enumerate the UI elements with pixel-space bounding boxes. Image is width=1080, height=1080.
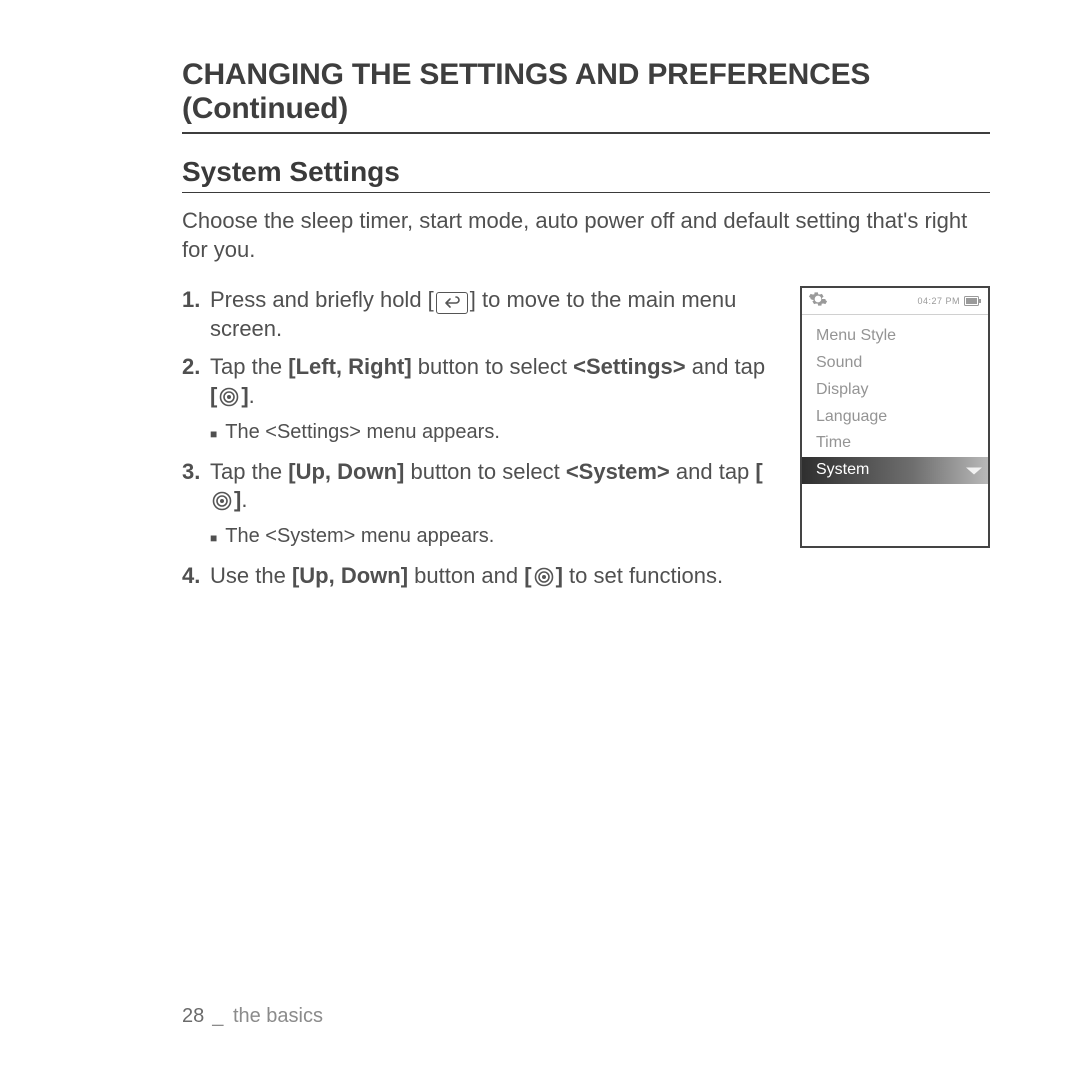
step-1: 1. Press and briefly hold [] to move to … <box>182 286 776 343</box>
intro-text: Choose the sleep timer, start mode, auto… <box>182 207 990 264</box>
device-time: 04:27 PM <box>917 296 960 306</box>
text: and tap <box>670 459 756 484</box>
device-item-time: Time <box>802 430 988 457</box>
step-body: Tap the [Up, Down] button to select <Sys… <box>210 458 776 515</box>
step-body: Press and briefly hold [] to move to the… <box>210 286 776 343</box>
battery-icon <box>964 296 982 306</box>
text: to set functions. <box>563 563 723 588</box>
back-icon <box>436 292 468 314</box>
text: The <Settings> menu appears. <box>225 421 500 444</box>
step-number: 2. <box>182 353 210 410</box>
target-icon <box>212 491 232 511</box>
step-2-sub: ■ The <Settings> menu appears. <box>210 421 776 444</box>
device-item-system: System <box>802 457 988 484</box>
text-bold: [Up, Down] <box>288 459 404 484</box>
device-item-label: System <box>816 461 869 478</box>
section-title: System Settings <box>182 156 990 193</box>
bullet-icon: ■ <box>210 427 217 441</box>
text-bold: [Up, Down] <box>292 563 408 588</box>
step-number: 1. <box>182 286 210 343</box>
chevron-down-icon <box>966 467 982 474</box>
step-body: Tap the [Left, Right] button to select <… <box>210 353 776 410</box>
page-number: 28 <box>182 1005 204 1027</box>
footer-section: the basics <box>233 1005 323 1027</box>
text-bold: [ <box>524 563 531 588</box>
text: button to select <box>404 459 565 484</box>
device-item-language: Language <box>802 404 988 431</box>
device-screenshot: 04:27 PM Menu Style Sound Display Langua… <box>800 286 990 548</box>
step-4: 4. Use the [Up, Down] button and [] to s… <box>182 562 776 591</box>
device-menu: Menu Style Sound Display Language Time S… <box>802 315 988 484</box>
text-bold: ] <box>241 383 248 408</box>
text-bold: <System> <box>566 459 670 484</box>
step-3-sub: ■ The <System> menu appears. <box>210 525 776 548</box>
text-bold: [ <box>210 383 217 408</box>
text-bold: <Settings> <box>573 354 685 379</box>
step-2: 2. Tap the [Left, Right] button to selec… <box>182 353 776 410</box>
text: button and <box>408 563 524 588</box>
text-bold: [ <box>755 459 762 484</box>
text: . <box>241 487 247 512</box>
text: Tap the <box>210 459 288 484</box>
step-number: 3. <box>182 458 210 515</box>
page-footer: 28 _ the basics <box>182 1005 323 1028</box>
text-bold: [Left, Right] <box>288 354 411 379</box>
footer-sep: _ <box>212 1005 223 1027</box>
device-item-display: Display <box>802 377 988 404</box>
text: The <System> menu appears. <box>225 525 494 548</box>
gear-icon <box>808 289 828 314</box>
page-title: CHANGING THE SETTINGS AND PREFERENCES (C… <box>182 58 990 134</box>
text: Use the <box>210 563 292 588</box>
step-3: 3. Tap the [Up, Down] button to select <… <box>182 458 776 515</box>
text-bold: ] <box>556 563 563 588</box>
device-item-sound: Sound <box>802 350 988 377</box>
step-body: Use the [Up, Down] button and [] to set … <box>210 562 776 591</box>
text: and tap <box>686 354 766 379</box>
target-icon <box>219 387 239 407</box>
text: Press and briefly hold [ <box>210 287 434 312</box>
steps-list: 1. Press and briefly hold [] to move to … <box>182 286 776 600</box>
device-status-bar: 04:27 PM <box>802 288 988 314</box>
text: button to select <box>412 354 573 379</box>
bullet-icon: ■ <box>210 531 217 545</box>
text: . <box>249 383 255 408</box>
step-number: 4. <box>182 562 210 591</box>
device-item-menustyle: Menu Style <box>802 323 988 350</box>
target-icon <box>534 567 554 587</box>
text: Tap the <box>210 354 288 379</box>
